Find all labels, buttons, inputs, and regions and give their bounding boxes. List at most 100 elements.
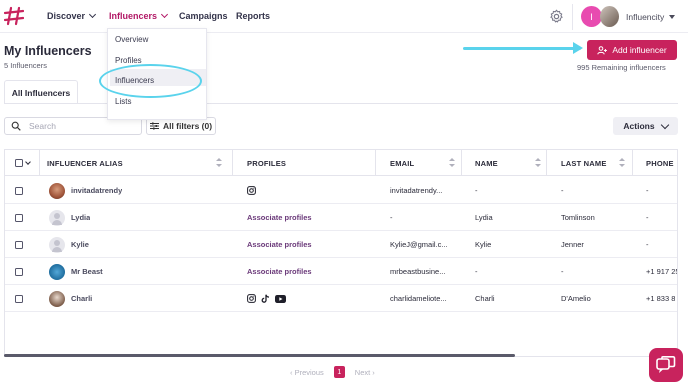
instagram-icon[interactable] — [247, 294, 256, 303]
annotation-arrow-head — [573, 42, 583, 54]
horizontal-scrollbar[interactable] — [4, 354, 515, 357]
nav-influencers[interactable]: Influencers — [109, 10, 169, 21]
name-cell: Kylie — [475, 240, 492, 249]
alias-text: Lydia — [71, 213, 91, 222]
last-name-cell: Tomlinson — [561, 213, 595, 222]
column-divider — [461, 150, 462, 176]
select-all-checkbox[interactable] — [15, 159, 23, 167]
influencers-table: INFLUENCER ALIAS PROFILES EMAIL NAME LAS… — [4, 149, 678, 357]
account-avatar-photo[interactable] — [600, 6, 619, 27]
influencer-alias[interactable]: Mr Beast — [49, 258, 103, 285]
col-email[interactable]: EMAIL — [390, 150, 414, 176]
associate-profiles-link[interactable]: Associate profiles — [247, 204, 312, 231]
alias-text: invitadatrendy — [71, 186, 123, 195]
avatar-initial: I — [590, 11, 593, 22]
avatar — [49, 182, 65, 199]
sort-icon[interactable] — [216, 158, 222, 168]
profiles-cell[interactable] — [247, 285, 291, 312]
previous-page-button[interactable]: ‹ Previous — [290, 368, 324, 377]
page-number-current[interactable]: 1 — [333, 366, 345, 378]
row-checkbox[interactable] — [15, 294, 23, 303]
avatar — [49, 263, 65, 280]
nav-reports[interactable]: Reports — [236, 11, 270, 21]
instagram-icon[interactable] — [247, 186, 256, 195]
search-icon — [11, 121, 21, 131]
annotation-highlight-ring — [99, 64, 202, 98]
influencer-alias[interactable]: Kylie — [49, 231, 89, 258]
row-checkbox[interactable] — [15, 267, 23, 276]
user-avatar[interactable]: I — [581, 6, 602, 27]
tabs-divider — [4, 103, 678, 104]
remaining-influencers: 995 Remaining influencers — [577, 63, 666, 72]
table-row[interactable]: Kylie Associate profiles KylieJ@gmail.c.… — [5, 231, 677, 258]
actions-label: Actions — [623, 121, 655, 131]
table-row[interactable]: invitadatrendy invitadatrendy... - - - — [5, 177, 677, 204]
phone-cell: +1 917 25 — [646, 267, 678, 276]
top-navigation: Discover Influencers Campaigns Reports I… — [0, 0, 688, 33]
influencer-alias[interactable]: Charli — [49, 285, 92, 312]
phone-cell: +1 833 8 — [646, 294, 676, 303]
row-checkbox[interactable] — [15, 213, 23, 222]
table-row[interactable]: Charli charlidameliote... Charli D'Ameli… — [5, 285, 677, 312]
add-influencer-button[interactable]: Add influencer — [587, 40, 677, 60]
nav-campaigns[interactable]: Campaigns — [179, 11, 228, 21]
last-name-cell: Jenner — [561, 240, 584, 249]
youtube-icon[interactable] — [275, 294, 286, 303]
nav-discover[interactable]: Discover — [47, 10, 97, 21]
row-checkbox[interactable] — [15, 186, 23, 195]
col-name[interactable]: NAME — [475, 150, 498, 176]
chevron-down-icon — [660, 120, 669, 129]
last-name-cell: - — [561, 186, 564, 195]
help-chat-button[interactable] — [649, 348, 683, 382]
actions-dropdown[interactable]: Actions — [613, 117, 678, 135]
table-row[interactable]: Lydia Associate profiles - Lydia Tomlins… — [5, 204, 677, 231]
sort-icon[interactable] — [619, 158, 625, 168]
avatar — [49, 290, 65, 307]
avatar — [49, 236, 65, 253]
nav-reports-label: Reports — [236, 11, 271, 21]
next-label: Next — [354, 367, 371, 377]
column-divider — [232, 150, 233, 176]
table-row[interactable]: Mr Beast Associate profiles mrbeastbusin… — [5, 258, 678, 285]
name-cell: Lydia — [475, 213, 493, 222]
last-name-cell: - — [561, 267, 564, 276]
add-user-icon — [597, 45, 608, 54]
influencer-alias[interactable]: Lydia — [49, 204, 90, 231]
row-checkbox[interactable] — [15, 240, 23, 249]
sort-icon[interactable] — [449, 158, 455, 168]
next-page-button[interactable]: Next › — [355, 368, 375, 377]
last-name-cell: D'Amelio — [561, 294, 591, 303]
associate-profiles-link[interactable]: Associate profiles — [247, 231, 312, 258]
col-phone[interactable]: PHONE — [646, 150, 674, 176]
menu-item-lists[interactable]: Lists — [115, 97, 131, 106]
menu-item-overview[interactable]: Overview — [115, 35, 148, 44]
select-all[interactable] — [15, 150, 31, 176]
associate-profiles-link[interactable]: Associate profiles — [247, 258, 312, 285]
gear-icon[interactable] — [549, 9, 564, 24]
nav-discover-label: Discover — [47, 11, 86, 21]
influencer-alias[interactable]: invitadatrendy — [49, 177, 122, 204]
influencer-count: 5 Influencers — [4, 61, 47, 70]
all-filters-label: All filters (0) — [162, 121, 213, 131]
account-switcher[interactable]: Influencity — [626, 12, 676, 22]
email-cell: mrbeastbusine... — [390, 267, 446, 276]
search-input[interactable] — [29, 121, 129, 131]
influencity-logo[interactable] — [4, 6, 24, 26]
col-profiles[interactable]: PROFILES — [247, 150, 286, 176]
col-influencer-alias[interactable]: INFLUENCER ALIAS — [47, 150, 123, 176]
email-cell: charlidameliote... — [390, 294, 447, 303]
chat-bubble-icon — [656, 356, 676, 373]
name-cell: - — [475, 186, 478, 195]
tiktok-icon[interactable] — [261, 294, 270, 303]
email-cell: invitadatrendy... — [390, 186, 443, 195]
sort-icon[interactable] — [535, 158, 541, 168]
chevron-down-icon — [88, 10, 97, 19]
phone-cell: - — [646, 186, 649, 195]
table-header: INFLUENCER ALIAS PROFILES EMAIL NAME LAS… — [5, 150, 677, 176]
nav-divider — [572, 4, 573, 30]
profiles-cell[interactable] — [247, 177, 261, 204]
col-last-name[interactable]: LAST NAME — [561, 150, 607, 176]
name-cell: - — [475, 267, 478, 276]
tab-all-influencers[interactable]: All Influencers — [4, 80, 78, 104]
page-title: My Influencers — [4, 44, 92, 58]
